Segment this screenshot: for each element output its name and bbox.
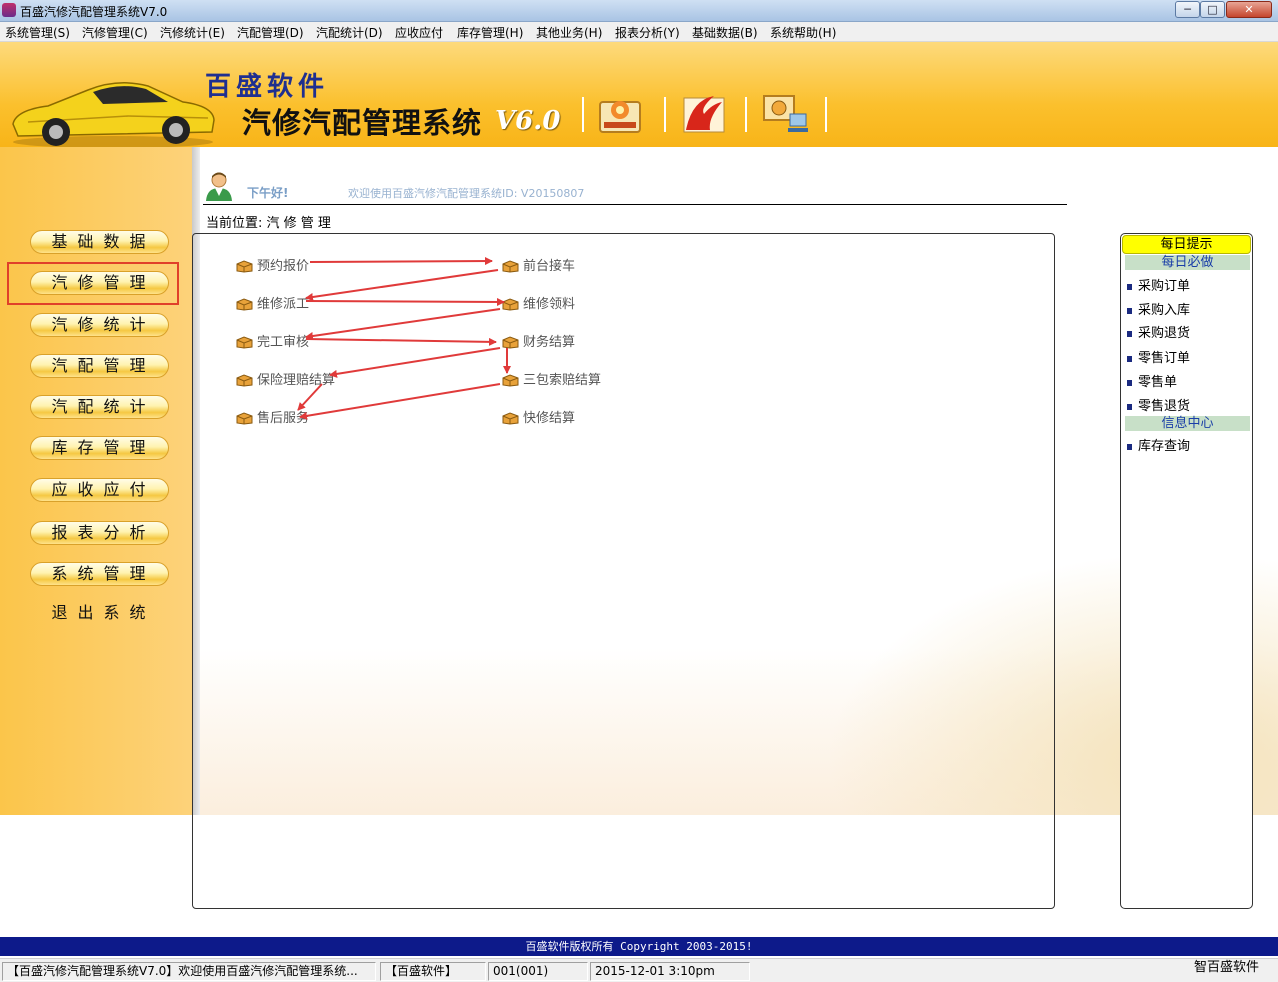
flow-label: 保险理赔结算 [257, 373, 336, 388]
tip-label: 零售订单 [1138, 351, 1191, 366]
box-icon [236, 374, 253, 387]
box-icon [236, 412, 253, 425]
app-icon [2, 3, 16, 17]
status-bar: 【百盛汽修汽配管理系统V7.0】欢迎使用百盛汽修汽配管理系统... 【百盛软件】… [0, 958, 1278, 982]
divider [203, 204, 1067, 205]
flow-label: 维修领料 [523, 297, 576, 312]
tip-purchase-order[interactable]: 采购订单 [1127, 275, 1190, 294]
tip-retail-sale[interactable]: 零售单 [1127, 371, 1177, 390]
flow-label: 售后服务 [257, 411, 310, 426]
menu-receivables[interactable]: 应收应付 [395, 24, 443, 41]
bullet-icon [1127, 379, 1132, 386]
nav-parts-management[interactable]: 汽配管理 [30, 354, 169, 378]
tip-label: 库存查询 [1138, 439, 1191, 454]
tip-retail-order[interactable]: 零售订单 [1127, 347, 1190, 366]
tip-retail-return[interactable]: 零售退货 [1127, 395, 1190, 414]
flow-label: 预约报价 [257, 259, 310, 274]
title-bar: 百盛汽修汽配管理系统V7.0 ─ □ ✕ [0, 0, 1278, 22]
box-icon [502, 336, 519, 349]
app-window: 百盛汽修汽配管理系统V7.0 ─ □ ✕ 系统管理(S) 汽修管理(C) 汽修统… [0, 0, 1278, 982]
flow-label: 三包索赔结算 [523, 373, 602, 388]
system-name: 汽修汽配管理系统 [242, 106, 483, 140]
status-company: 【百盛软件】 [380, 962, 486, 981]
box-icon [236, 336, 253, 349]
nav-exit[interactable]: 退出系统 [30, 602, 169, 626]
box-icon [236, 298, 253, 311]
box-icon [502, 260, 519, 273]
greeting-text: 下午好! [247, 186, 289, 200]
breadcrumb: 当前位置: 汽 修 管 理 [206, 216, 331, 231]
menu-basic-data[interactable]: 基础数据(B) [692, 24, 758, 41]
brand-title: 百盛软件 [205, 72, 330, 102]
box-icon [502, 374, 519, 387]
status-app: 【百盛汽修汽配管理系统V7.0】欢迎使用百盛汽修汽配管理系统... [2, 962, 376, 981]
minimize-button[interactable]: ─ [1175, 1, 1200, 18]
menu-system[interactable]: 系统管理(S) [5, 24, 70, 41]
tip-purchase-return[interactable]: 采购退货 [1127, 322, 1190, 341]
bullet-icon [1127, 355, 1132, 362]
tip-purchase-inbound[interactable]: 采购入库 [1127, 299, 1190, 318]
banner-separator [664, 97, 666, 132]
copyright-bar: 百盛软件版权所有 Copyright 2003-2015! [0, 937, 1278, 956]
window-title: 百盛汽修汽配管理系统V7.0 [20, 5, 168, 19]
header-banner: 百盛软件 汽修汽配管理系统 V6.0 [0, 42, 1278, 148]
selected-highlight [7, 262, 179, 305]
bullet-icon [1127, 403, 1132, 410]
nav-system[interactable]: 系统管理 [30, 562, 169, 586]
flow-label: 前台接车 [523, 259, 576, 274]
tips-section-info: 信息中心 [1125, 416, 1250, 431]
status-datetime: 2015-12-01 3:10pm [590, 962, 750, 981]
tip-label: 零售退货 [1138, 399, 1191, 414]
bullet-icon [1127, 330, 1132, 337]
tip-label: 采购入库 [1138, 303, 1191, 318]
menu-repair-stats[interactable]: 汽修统计(E) [160, 24, 225, 41]
welcome-text: 欢迎使用百盛汽修汽配管理系统ID: V20150807 [348, 187, 585, 200]
menu-help[interactable]: 系统帮助(H) [770, 24, 836, 41]
menu-repair[interactable]: 汽修管理(C) [82, 24, 148, 41]
flow-label: 完工审核 [257, 335, 310, 350]
menu-reports[interactable]: 报表分析(Y) [615, 24, 680, 41]
computer-icon[interactable] [760, 92, 810, 136]
menu-parts[interactable]: 汽配管理(D) [237, 24, 304, 41]
status-corner-text: 智百盛软件 [1194, 960, 1260, 975]
flash-icon[interactable] [678, 92, 728, 136]
flow-label: 快修结算 [523, 411, 576, 426]
menu-bar: 系统管理(S) 汽修管理(C) 汽修统计(E) 汽配管理(D) 汽配统计(D) … [0, 22, 1278, 42]
user-avatar-icon [206, 172, 232, 201]
menu-other[interactable]: 其他业务(H) [536, 24, 602, 41]
box-icon [236, 260, 253, 273]
daily-tips-panel: 每日提示 每日必做 采购订单 采购入库 采购退货 零售订单 零售单 零售退货 信… [1120, 233, 1253, 909]
flow-label: 维修派工 [257, 297, 310, 312]
box-icon [502, 298, 519, 311]
banner-separator [825, 97, 827, 132]
close-button[interactable]: ✕ [1226, 1, 1272, 18]
version-label: V6.0 [495, 106, 561, 136]
nav-inventory[interactable]: 库存管理 [30, 436, 169, 460]
tip-inventory-query[interactable]: 库存查询 [1127, 435, 1190, 454]
maximize-button[interactable]: □ [1200, 1, 1225, 18]
tip-label: 采购退货 [1138, 326, 1191, 341]
bullet-icon [1127, 283, 1132, 290]
bullet-icon [1127, 443, 1132, 450]
menu-inventory[interactable]: 库存管理(H) [457, 24, 523, 41]
nav-reports[interactable]: 报表分析 [30, 521, 169, 545]
photo-flower-icon[interactable] [596, 92, 646, 136]
status-user: 001(001) [488, 962, 588, 981]
nav-parts-stats[interactable]: 汽配统计 [30, 395, 169, 419]
tips-section-daily: 每日必做 [1125, 255, 1250, 270]
bullet-icon [1127, 307, 1132, 314]
tips-header: 每日提示 [1122, 235, 1251, 254]
banner-separator [745, 97, 747, 132]
sports-car-image [12, 82, 215, 148]
banner-separator [582, 97, 584, 132]
nav-receivables[interactable]: 应收应付 [30, 478, 169, 502]
workflow-panel [192, 233, 1055, 909]
nav-basic-data[interactable]: 基础数据 [30, 230, 169, 254]
tip-label: 采购订单 [1138, 279, 1191, 294]
nav-repair-stats[interactable]: 汽修统计 [30, 313, 169, 337]
box-icon [502, 412, 519, 425]
flow-label: 财务结算 [523, 335, 576, 350]
tip-label: 零售单 [1138, 375, 1178, 390]
menu-parts-stats[interactable]: 汽配统计(D) [316, 24, 383, 41]
